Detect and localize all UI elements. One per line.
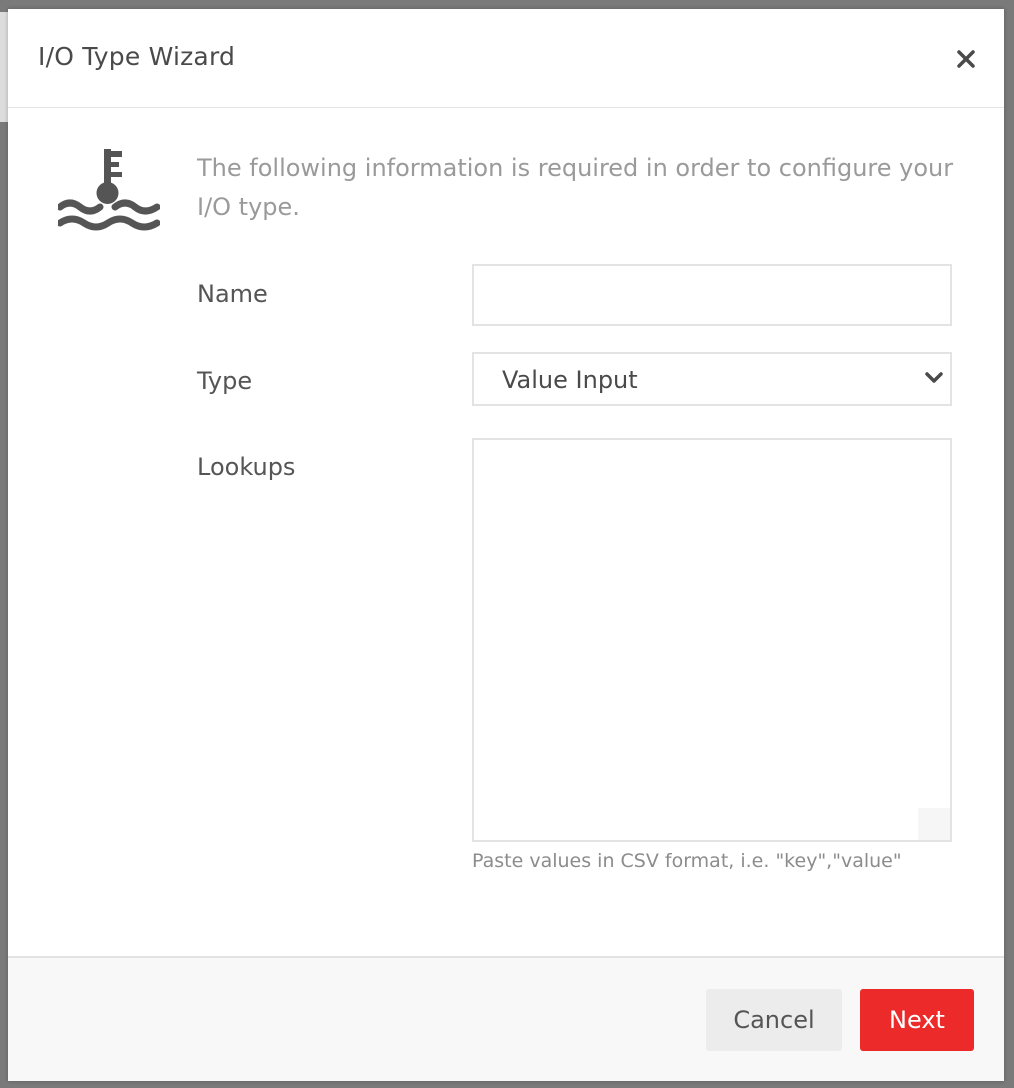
close-button[interactable] xyxy=(952,45,980,73)
water-level-key-icon xyxy=(56,149,161,233)
type-select-value: Value Input xyxy=(502,366,638,394)
name-label: Name xyxy=(197,280,268,308)
lookups-helper-text: Paste values in CSV format, i.e. "key","… xyxy=(472,850,902,872)
chevron-down-icon xyxy=(925,372,943,383)
intro-text: The following information is required in… xyxy=(197,154,954,221)
lookups-label: Lookups xyxy=(197,453,296,481)
type-select[interactable]: Value Input xyxy=(472,352,952,406)
name-input[interactable] xyxy=(472,264,952,326)
io-type-wizard-dialog: I/O Type Wizard The following informatio… xyxy=(8,9,1004,1081)
cancel-button[interactable]: Cancel xyxy=(706,989,842,1051)
next-button[interactable]: Next xyxy=(860,989,974,1051)
dialog-title: I/O Type Wizard xyxy=(38,42,236,71)
textarea-resize-handle[interactable] xyxy=(918,808,950,840)
type-label: Type xyxy=(197,367,253,395)
close-icon xyxy=(957,50,975,68)
dialog-footer: Cancel Next xyxy=(8,956,1004,1081)
dialog-header: I/O Type Wizard xyxy=(8,9,1004,108)
lookups-textarea[interactable] xyxy=(472,438,952,842)
